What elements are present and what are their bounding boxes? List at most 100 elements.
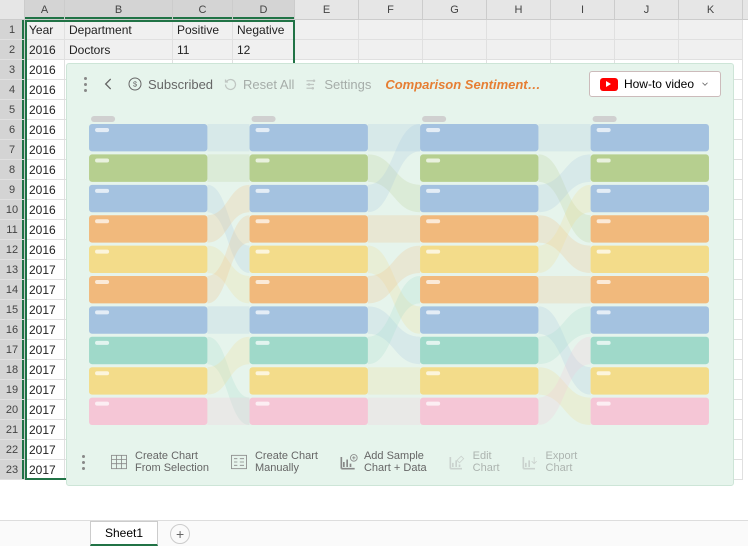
cell[interactable] [295, 40, 359, 60]
select-all-corner[interactable] [0, 0, 25, 19]
cell[interactable]: 2017 [25, 320, 65, 340]
row-header[interactable]: 17 [0, 340, 25, 360]
row-header[interactable]: 22 [0, 440, 25, 460]
howto-video-button[interactable]: How-to video [589, 71, 721, 97]
sheet-tab[interactable]: Sheet1 [90, 521, 158, 546]
add-sample-button[interactable]: Add SampleChart + Data [338, 450, 427, 474]
cell[interactable]: 2016 [25, 100, 65, 120]
row-header[interactable]: 7 [0, 140, 25, 160]
col-header-G[interactable]: G [423, 0, 487, 19]
row-header[interactable]: 14 [0, 280, 25, 300]
settings-button[interactable]: Settings [304, 77, 371, 92]
export-chart-icon [520, 452, 540, 472]
cell[interactable]: 2017 [25, 360, 65, 380]
cell[interactable]: 2016 [25, 180, 65, 200]
cell[interactable]: 2017 [25, 340, 65, 360]
cell[interactable]: Negative [233, 20, 295, 40]
chart-plus-icon [338, 452, 358, 472]
col-header-B[interactable]: B [65, 0, 173, 19]
cell[interactable]: 11 [173, 40, 233, 60]
cell[interactable] [551, 20, 615, 40]
col-header-J[interactable]: J [615, 0, 679, 19]
cell[interactable] [359, 40, 423, 60]
cell[interactable]: 2016 [25, 140, 65, 160]
row-header[interactable]: 6 [0, 120, 25, 140]
cell[interactable]: 2016 [25, 160, 65, 180]
row-header[interactable]: 4 [0, 80, 25, 100]
row-header[interactable]: 1 [0, 20, 25, 40]
col-header-I[interactable]: I [551, 0, 615, 19]
cell[interactable] [487, 20, 551, 40]
cell[interactable] [295, 20, 359, 40]
row-header[interactable]: 21 [0, 420, 25, 440]
menu-icon[interactable] [79, 77, 91, 92]
settings-label: Settings [324, 77, 371, 92]
cell[interactable] [679, 40, 743, 60]
col-header-H[interactable]: H [487, 0, 551, 19]
cell[interactable]: 2016 [25, 40, 65, 60]
cell[interactable]: Department [65, 20, 173, 40]
cell[interactable] [615, 40, 679, 60]
row-header[interactable]: 20 [0, 400, 25, 420]
row-header[interactable]: 11 [0, 220, 25, 240]
row-header[interactable]: 10 [0, 200, 25, 220]
col-header-A[interactable]: A [25, 0, 65, 19]
cell[interactable]: 2017 [25, 260, 65, 280]
row-header[interactable]: 15 [0, 300, 25, 320]
table-icon [109, 452, 129, 472]
cell[interactable]: 2016 [25, 80, 65, 100]
cell[interactable]: 2017 [25, 460, 65, 480]
row-header[interactable]: 16 [0, 320, 25, 340]
cell[interactable] [359, 20, 423, 40]
subscribed-label: Subscribed [148, 77, 213, 92]
panel-bottom-toolbar: Create ChartFrom Selection Create ChartM… [67, 439, 733, 485]
subscribed-button[interactable]: $ Subscribed [127, 76, 213, 92]
cell[interactable] [679, 20, 743, 40]
export-chart-button[interactable]: ExportChart [520, 450, 578, 474]
cell[interactable] [423, 20, 487, 40]
row-header[interactable]: 8 [0, 160, 25, 180]
col-header-K[interactable]: K [679, 0, 743, 19]
cell[interactable]: 2016 [25, 200, 65, 220]
row-header[interactable]: 3 [0, 60, 25, 80]
col-header-F[interactable]: F [359, 0, 423, 19]
reset-all-button[interactable]: Reset All [223, 77, 294, 92]
cell[interactable]: 2016 [25, 220, 65, 240]
edit-chart-button[interactable]: EditChart [447, 450, 500, 474]
chart-preview-area [67, 104, 733, 439]
cell[interactable]: Positive [173, 20, 233, 40]
cell[interactable] [487, 40, 551, 60]
cell[interactable]: Doctors [65, 40, 173, 60]
row-header[interactable]: 5 [0, 100, 25, 120]
cell[interactable]: Year [25, 20, 65, 40]
cell[interactable]: 2017 [25, 280, 65, 300]
row-header[interactable]: 19 [0, 380, 25, 400]
row-header[interactable]: 9 [0, 180, 25, 200]
cell[interactable] [551, 40, 615, 60]
col-header-E[interactable]: E [295, 0, 359, 19]
col-header-D[interactable]: D [233, 0, 295, 19]
cell[interactable]: 2017 [25, 420, 65, 440]
cell[interactable]: 2017 [25, 380, 65, 400]
row-header[interactable]: 12 [0, 240, 25, 260]
cell[interactable]: 2016 [25, 240, 65, 260]
row-header[interactable]: 18 [0, 360, 25, 380]
create-chart-manually-button[interactable]: Create ChartManually [229, 450, 318, 474]
cell[interactable]: 2017 [25, 400, 65, 420]
cell[interactable]: 2016 [25, 120, 65, 140]
cell[interactable]: 2017 [25, 440, 65, 460]
cell[interactable]: 12 [233, 40, 295, 60]
cell[interactable]: 2017 [25, 300, 65, 320]
row-header[interactable]: 2 [0, 40, 25, 60]
sheet-tabs-bar: Sheet1 + [0, 520, 748, 546]
col-header-C[interactable]: C [173, 0, 233, 19]
add-sheet-button[interactable]: + [170, 524, 190, 544]
create-chart-from-selection-button[interactable]: Create ChartFrom Selection [109, 450, 209, 474]
cell[interactable]: 2016 [25, 60, 65, 80]
bottom-menu-icon[interactable] [77, 455, 89, 470]
cell[interactable] [615, 20, 679, 40]
row-header[interactable]: 13 [0, 260, 25, 280]
cell[interactable] [423, 40, 487, 60]
back-arrow-icon[interactable] [101, 76, 117, 92]
row-header[interactable]: 23 [0, 460, 25, 480]
